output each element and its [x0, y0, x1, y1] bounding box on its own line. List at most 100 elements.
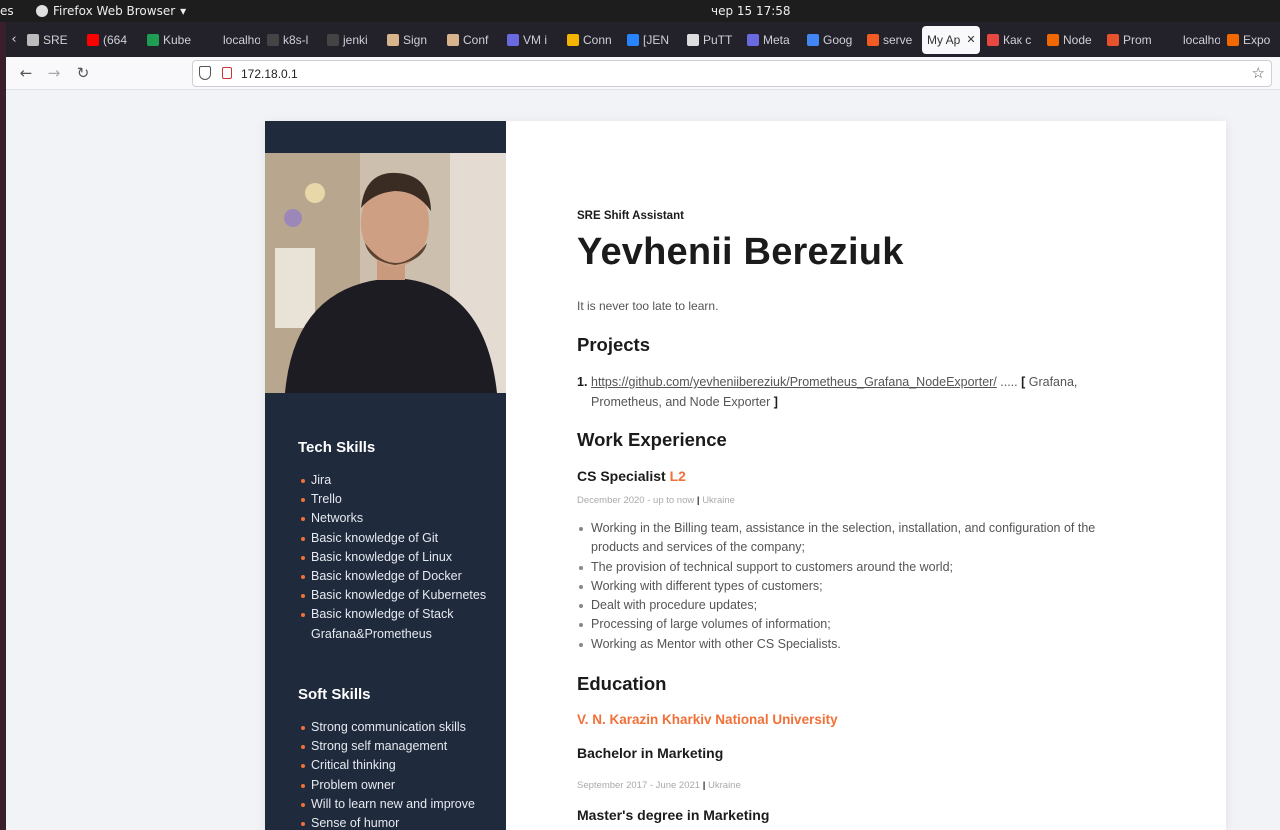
soft-skills-title: Soft Skills	[298, 686, 371, 703]
duty-item: Working as Mentor with other CS Speciali…	[577, 635, 1117, 654]
tab-label: My Ap	[927, 32, 961, 47]
tech-skill-item: Basic knowledge of Linux	[301, 548, 501, 567]
tab-label: Expo	[1243, 32, 1271, 47]
project-item: 1. https://github.com/yevheniibereziuk/P…	[577, 373, 1097, 412]
work-experience-heading: Work Experience	[577, 429, 727, 450]
browser-tab[interactable]: Expo	[1222, 26, 1280, 54]
tab-label: SRE	[43, 32, 68, 47]
address-bar[interactable]: 172.18.0.1 ☆	[192, 60, 1272, 87]
tab-label: Conn	[583, 32, 612, 47]
tab-label: Sign	[403, 32, 428, 47]
navigation-bar: ← → ↻ 172.18.0.1 ☆	[6, 57, 1280, 90]
bachelor-degree: Bachelor in Marketing	[577, 745, 724, 761]
vm-icon	[507, 33, 519, 46]
tech-skill-item: Trello	[301, 490, 501, 509]
bachelor-meta: September 2017 - June 2021 | Ukraine	[577, 780, 741, 791]
blank-icon	[1167, 33, 1179, 46]
dock	[0, 22, 6, 830]
project-dots: .....	[996, 375, 1022, 389]
blank-icon	[207, 33, 219, 46]
chevron-left-icon[interactable]: ‹	[6, 32, 22, 47]
tab-label: k8s-l	[283, 32, 309, 47]
app-menu[interactable]: Firefox Web Browser ▾	[36, 4, 186, 18]
job-role: SRE Shift Assistant	[577, 210, 684, 222]
job-dates: December 2020 - up to now	[577, 495, 695, 506]
duty-item: Working in the Billing team, assistance …	[577, 519, 1117, 558]
tech-skills-list: Jira Trello Networks Basic knowledge of Git…	[301, 471, 501, 644]
clock[interactable]: чер 15 17:58	[711, 4, 791, 18]
person-name: Yevhenii Bereziuk	[577, 231, 904, 273]
browser-tab[interactable]: Node	[1042, 26, 1100, 54]
bachelor-dates: September 2017 - June 2021	[577, 780, 701, 791]
tech-skill-item: Basic knowledge of Stack Grafana&Prometh…	[301, 605, 501, 643]
browser-tab[interactable]: Kube	[142, 26, 200, 54]
browser-tab[interactable]: Как с	[982, 26, 1040, 54]
activities-button[interactable]: es	[0, 4, 14, 18]
tech-skills-title: Tech Skills	[298, 439, 376, 456]
tech-skill-item: Jira	[301, 471, 501, 490]
tab-label: PuTT	[703, 32, 733, 47]
resume-card: Tech Skills Jira Trello Networks Basic know…	[265, 121, 1226, 830]
job-title-text: CS Specialist	[577, 468, 670, 484]
jenkins-icon	[387, 33, 399, 46]
lock-icon[interactable]	[222, 67, 232, 79]
project-number: 1.	[577, 375, 588, 389]
browser-tab[interactable]: Meta	[742, 26, 800, 54]
close-tab-icon[interactable]: ✕	[966, 33, 975, 46]
tab-label: (664	[103, 32, 128, 47]
forward-button[interactable]: →	[44, 63, 64, 83]
tab-label: Meta	[763, 32, 790, 47]
project-link[interactable]: https://github.com/yevheniibereziuk/Prom…	[591, 375, 997, 389]
browser-tab[interactable]: SRE	[22, 26, 80, 54]
browser-tab[interactable]: localhos	[1162, 26, 1220, 54]
browser-tab[interactable]: k8s-l	[262, 26, 320, 54]
grafana-icon	[1047, 33, 1059, 46]
profile-photo	[265, 153, 506, 393]
browser-tab[interactable]: VM i	[502, 26, 560, 54]
master-degree: Master's degree in Marketing	[577, 807, 770, 823]
browser-tab[interactable]: Prom	[1102, 26, 1160, 54]
back-button[interactable]: ←	[16, 63, 36, 83]
chrome-icon	[567, 33, 579, 46]
tech-skill-item: Basic knowledge of Docker	[301, 567, 501, 586]
browser-tab[interactable]: My Ap ✕	[922, 25, 980, 54]
tab-label: Prom	[1123, 32, 1152, 47]
shield-icon[interactable]	[199, 66, 211, 80]
browser-tab[interactable]: jenki	[322, 26, 380, 54]
tab-label: Kube	[163, 32, 192, 47]
browser-tab[interactable]: (664	[82, 26, 140, 54]
url-text[interactable]: 172.18.0.1	[241, 67, 298, 81]
doc-icon	[27, 33, 39, 46]
translate-icon	[807, 33, 819, 46]
job-location: Ukraine	[702, 495, 735, 506]
reload-button[interactable]: ↻	[73, 63, 93, 83]
jira-icon	[627, 33, 639, 46]
job-duties: Working in the Billing team, assistance …	[577, 519, 1117, 654]
soft-skill-item: Critical thinking	[301, 756, 501, 775]
browser-tab[interactable]: Conf	[442, 26, 500, 54]
browser-tab[interactable]: Sign	[382, 26, 440, 54]
motto: It is never too late to learn.	[577, 299, 719, 313]
tab-label: jenki	[343, 32, 368, 47]
tab-label: Goog	[823, 32, 853, 47]
browser-tab[interactable]: serve	[862, 26, 920, 54]
browser-tab[interactable]: localhos	[202, 26, 260, 54]
browser-tab[interactable]: PuTT	[682, 26, 740, 54]
github-icon	[327, 33, 339, 46]
browser-tab[interactable]: Conn	[562, 26, 620, 54]
job-title: CS Specialist L2	[577, 468, 686, 484]
tab-label: localhos	[1183, 32, 1220, 47]
duty-item: Processing of large volumes of informati…	[577, 615, 1117, 634]
soft-skills-list: Strong communication skills Strong self m…	[301, 718, 501, 830]
browser-tab[interactable]: [JEN	[622, 26, 680, 54]
tab-strip: ‹ SRE (664 Kube localhos k8s-l jenki Sign Conf V…	[6, 22, 1280, 57]
tab-label: Как с	[1003, 32, 1032, 47]
vm-icon	[747, 33, 759, 46]
tab-label: VM i	[523, 32, 547, 47]
prometheus-icon	[1107, 33, 1119, 46]
browser-tab[interactable]: Goog	[802, 26, 860, 54]
duty-item: The provision of technical support to cu…	[577, 558, 1117, 577]
projects-heading: Projects	[577, 334, 651, 355]
bookmark-star-icon[interactable]: ☆	[1252, 64, 1265, 82]
tab-label: serve	[883, 32, 913, 47]
